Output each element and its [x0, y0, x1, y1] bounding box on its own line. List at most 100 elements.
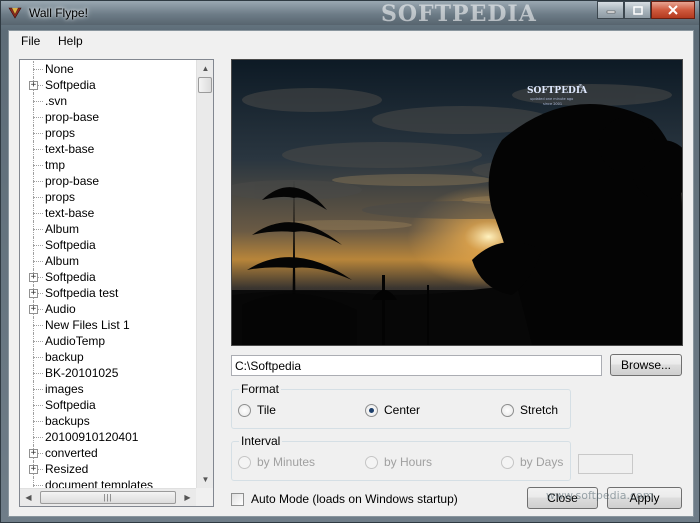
scroll-left-arrow-icon[interactable]: ◀ [20, 489, 37, 506]
tree-connector-dots [33, 245, 43, 246]
tree-item-label: document templates [45, 478, 154, 488]
tree-connector-dots [33, 69, 43, 70]
format-center-label: Center [384, 403, 421, 417]
auto-mode-label: Auto Mode (loads on Windows startup) [251, 492, 458, 506]
tree-item[interactable]: backup [20, 349, 196, 365]
tree-item-label: text-base [45, 142, 95, 156]
maximize-icon [632, 5, 643, 15]
format-stretch-label: Stretch [520, 403, 559, 417]
tree-item[interactable]: Album [20, 253, 196, 269]
format-tile-radio[interactable]: Tile [238, 403, 276, 417]
tree-connector-dots [33, 357, 43, 358]
tree-item-label: prop-base [45, 174, 100, 188]
radio-circle-icon [365, 455, 378, 469]
tree-item[interactable]: prop-base [20, 173, 196, 189]
tree-connector-dots [33, 437, 43, 438]
wallpaper-path-input[interactable] [231, 355, 602, 376]
browse-button[interactable]: Browse... [610, 354, 682, 376]
tree-item[interactable]: BK-20101025 [20, 365, 196, 381]
tree-item[interactable]: + Audio [20, 301, 196, 317]
scroll-thumb[interactable] [198, 77, 212, 93]
tree-item[interactable]: Softpedia [20, 397, 196, 413]
tree-item[interactable]: text-base [20, 141, 196, 157]
interval-value-input[interactable] [578, 454, 633, 474]
tree-connector-dots [33, 261, 43, 262]
interval-minutes-radio[interactable]: by Minutes [238, 455, 315, 469]
tree-connector-line [33, 477, 34, 488]
close-window-button[interactable] [651, 1, 695, 19]
window-title: Wall Flype! [29, 6, 88, 20]
caption-buttons [597, 1, 695, 19]
svg-text:updated one minute ago: updated one minute ago [530, 97, 573, 101]
maximize-button[interactable] [624, 1, 651, 19]
interval-days-radio[interactable]: by Days [501, 455, 563, 469]
tree-item[interactable]: + converted [20, 445, 196, 461]
format-tile-label: Tile [257, 403, 276, 417]
interval-hours-radio[interactable]: by Hours [365, 455, 432, 469]
expand-plus-icon[interactable]: + [29, 289, 38, 298]
tree-item[interactable]: props [20, 189, 196, 205]
expand-plus-icon[interactable]: + [29, 273, 38, 282]
footer-watermark: www.softpedia.com [546, 489, 654, 502]
tree-item-label: Softpedia [45, 78, 96, 92]
expand-plus-icon[interactable]: + [29, 305, 38, 314]
app-window: Wall Flype! SOFTPEDIA File Help None + Sof… [0, 0, 700, 523]
tree-connector-dots [33, 421, 43, 422]
tree-item[interactable]: prop-base [20, 109, 196, 125]
tree-item[interactable]: 20100910120401 [20, 429, 196, 445]
tree-item-label: Softpedia test [45, 286, 119, 300]
tree-item[interactable]: images [20, 381, 196, 397]
scroll-right-arrow-icon[interactable]: ▶ [179, 489, 196, 506]
svg-text:®: ® [578, 83, 583, 90]
tree-item[interactable]: props [20, 125, 196, 141]
tree-item[interactable]: text-base [20, 205, 196, 221]
scroll-up-arrow-icon[interactable]: ▲ [197, 60, 213, 77]
auto-mode-checkbox[interactable]: Auto Mode (loads on Windows startup) [231, 492, 458, 506]
title-bar[interactable]: Wall Flype! SOFTPEDIA [1, 1, 699, 27]
tree-item[interactable]: backups [20, 413, 196, 429]
tree-connector-dots [33, 213, 43, 214]
tree-connector-dots [33, 229, 43, 230]
menu-file[interactable]: File [21, 34, 40, 48]
wallpaper-preview: SOFTPEDIA ® updated one minute ago since… [231, 59, 683, 346]
tree-item[interactable]: document templates [20, 477, 196, 488]
expand-plus-icon[interactable]: + [29, 81, 38, 90]
format-stretch-radio[interactable]: Stretch [501, 403, 558, 417]
folder-tree[interactable]: None + Softpedia .svn prop-base props text-bas… [19, 59, 214, 507]
tree-vertical-scrollbar[interactable]: ▲ ▼ [196, 60, 213, 488]
interval-days-label: by Days [520, 455, 564, 469]
tree-connector-dots [33, 133, 43, 134]
tree-item-label: images [45, 382, 84, 396]
tree-connector-dots [33, 149, 43, 150]
tree-item[interactable]: None [20, 61, 196, 77]
tree-item[interactable]: New Files List 1 [20, 317, 196, 333]
tree-item[interactable]: + Resized [20, 461, 196, 477]
svg-text:since 2001: since 2001 [543, 102, 562, 106]
tree-item-label: .svn [45, 94, 68, 108]
format-group-title: Format [239, 382, 282, 396]
expand-plus-icon[interactable]: + [29, 465, 38, 474]
menu-help[interactable]: Help [58, 34, 83, 48]
tree-horizontal-scrollbar[interactable]: ◀ ||| ▶ [20, 488, 196, 506]
tree-item[interactable]: AudioTemp [20, 333, 196, 349]
tree-item[interactable]: tmp [20, 157, 196, 173]
tree-connector-dots [33, 117, 43, 118]
format-center-radio[interactable]: Center [365, 403, 420, 417]
tree-item[interactable]: + Softpedia [20, 77, 196, 93]
tree-item-label: props [45, 190, 76, 204]
tree-item[interactable]: Album [20, 221, 196, 237]
scroll-down-arrow-icon[interactable]: ▼ [197, 471, 213, 488]
menu-bar: File Help [9, 31, 693, 51]
radio-circle-icon [501, 403, 514, 417]
tree-connector-dots [33, 405, 43, 406]
expand-plus-icon[interactable]: + [29, 449, 38, 458]
horizontal-scroll-thumb[interactable]: ||| [40, 491, 176, 504]
interval-minutes-label: by Minutes [257, 455, 316, 469]
tree-item[interactable]: Softpedia [20, 237, 196, 253]
tree-item-label: 20100910120401 [45, 430, 139, 444]
tree-item-label: Softpedia [45, 270, 96, 284]
tree-item[interactable]: .svn [20, 93, 196, 109]
tree-item[interactable]: + Softpedia test [20, 285, 196, 301]
minimize-button[interactable] [597, 1, 624, 19]
tree-item[interactable]: + Softpedia [20, 269, 196, 285]
